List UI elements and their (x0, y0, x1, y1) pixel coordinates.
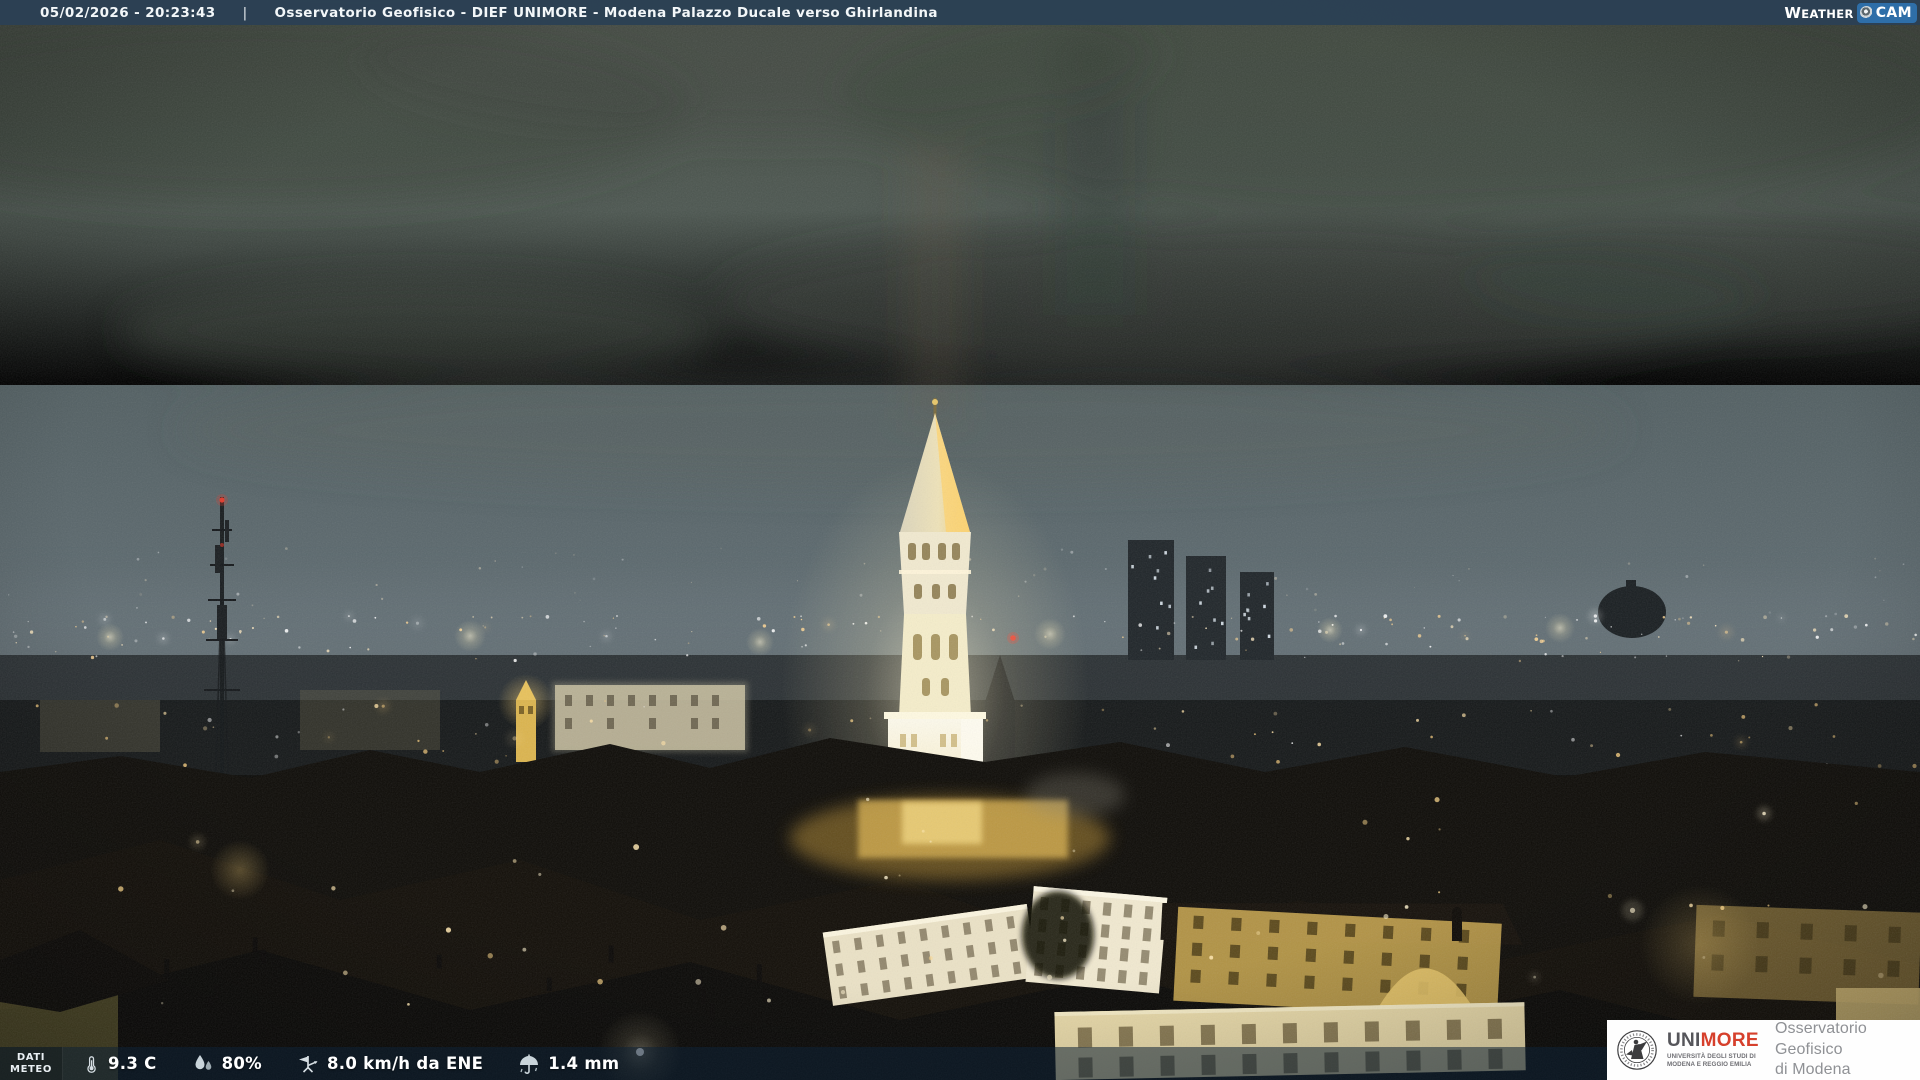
weathercam-cam-label: CAM (1875, 4, 1912, 21)
webcam-photo (0, 0, 1920, 1080)
temperature-value: 9.3 C (108, 1054, 157, 1073)
header-separator: | (242, 4, 248, 21)
temperature-reading: 9.3 C (83, 1052, 157, 1076)
film-grain (0, 0, 1920, 1080)
observatory-name-line2: di Modena (1775, 1061, 1851, 1079)
dati-meteo-label: DATI METEO (0, 1047, 63, 1080)
dati-label-line2: METEO (10, 1063, 52, 1075)
wind-value: 8.0 km/h da ENE (327, 1054, 484, 1073)
weathercam-logo: Weather CAM (1784, 2, 1917, 23)
wind-reading: 8.0 km/h da ENE (296, 1052, 483, 1076)
webcam-frame: 05/02/2026 - 20:23:43 | Osservatorio Geo… (0, 0, 1920, 1080)
observatory-name-line1: Osservatorio Geofisico (1775, 1019, 1867, 1058)
unimore-uni-text: UNI (1667, 1029, 1701, 1051)
weather-readings: 9.3 C 80% 8.0 km/h da ENE 1.4 mm (83, 1052, 619, 1076)
unimore-logo-box: UNIMORE UNIVERSITÀ DEGLI STUDI DI MODENA… (1607, 1020, 1920, 1080)
wind-vane-icon (299, 1055, 318, 1073)
rain-value: 1.4 mm (548, 1054, 620, 1073)
timestamp: 05/02/2026 - 20:23:43 (40, 4, 216, 21)
header-bar: 05/02/2026 - 20:23:43 | Osservatorio Geo… (0, 0, 1920, 25)
weathercam-cam-badge: CAM (1856, 2, 1917, 23)
unimore-more-text: MORE (1700, 1029, 1759, 1051)
page-title: Osservatorio Geofisico - DIEF UNIMORE - … (274, 4, 938, 21)
humidity-value: 80% (221, 1054, 262, 1073)
observatory-name: Osservatorio Geofisico di Modena (1775, 1019, 1920, 1080)
dati-label-line1: DATI (16, 1051, 46, 1063)
droplets-icon (195, 1054, 211, 1070)
unimore-brand: UNIMORE UNIVERSITÀ DEGLI STUDI DI MODENA… (1667, 1031, 1766, 1070)
unimore-wordmark: UNIMORE (1667, 1031, 1766, 1050)
university-name-line2: MODENA E REGGIO EMILIA (1667, 1061, 1752, 1068)
thermometer-icon (87, 1055, 96, 1073)
weathercam-weather-label: Weather (1784, 3, 1854, 22)
rain-reading: 1.4 mm (517, 1052, 619, 1076)
university-name-line1: UNIVERSITÀ DEGLI STUDI DI (1667, 1052, 1756, 1060)
umbrella-icon (520, 1054, 539, 1074)
camera-lens-icon (1859, 6, 1873, 19)
unimore-seal-icon (1617, 1030, 1657, 1070)
university-name: UNIVERSITÀ DEGLI STUDI DI MODENA E REGGI… (1667, 1053, 1766, 1070)
humidity-reading: 80% (191, 1052, 262, 1076)
